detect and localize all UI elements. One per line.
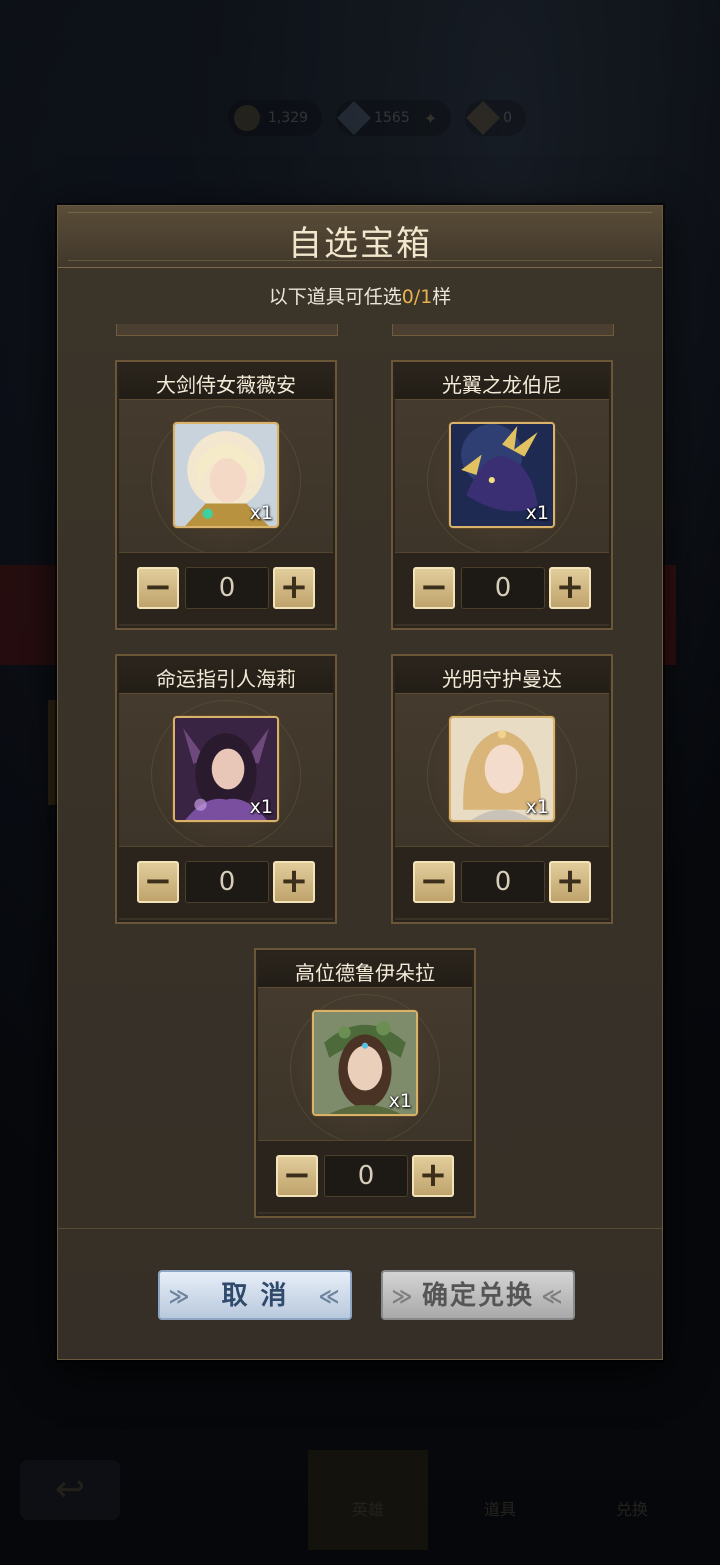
confirm-label: 确定兑换 — [421, 1281, 534, 1311]
chevron-left-icon: ≪ — [541, 1284, 565, 1308]
fox-eared-girl-portrait[interactable]: x1 — [173, 716, 279, 822]
item-quantity-badge: x1 — [388, 1090, 412, 1112]
card-stub-right — [392, 324, 614, 336]
item-list[interactable]: 大剑侍女薇薇安 x1 − 0 + 光翼之龙伯尼 x1 − 0 + 命运指引人海莉… — [58, 314, 662, 1232]
footer-divider — [58, 1228, 662, 1229]
quantity-stepper: − 0 + — [258, 1140, 472, 1212]
chevron-left-icon: ≪ — [318, 1284, 342, 1308]
golden-hair-woman-portrait[interactable]: x1 — [449, 716, 555, 822]
decrease-button[interactable]: − — [413, 567, 455, 609]
decrease-button[interactable]: − — [276, 1155, 318, 1197]
dialog-header: 自选宝箱 — [58, 206, 662, 268]
quantity-field[interactable]: 0 — [461, 861, 545, 903]
quantity-field[interactable]: 0 — [185, 861, 269, 903]
blonde-maiden-portrait[interactable]: x1 — [173, 422, 279, 528]
item-card[interactable]: 光翼之龙伯尼 x1 − 0 + — [391, 360, 613, 630]
item-quantity-badge: x1 — [525, 796, 549, 818]
quantity-stepper: − 0 + — [119, 552, 333, 624]
quantity-field[interactable]: 0 — [185, 567, 269, 609]
item-quantity-badge: x1 — [525, 502, 549, 524]
item-name: 光明守护曼达 — [442, 667, 562, 691]
card-stub-left — [116, 324, 338, 336]
choice-chest-dialog: 自选宝箱 以下道具可任选0/1样 大剑侍女薇薇安 x1 − 0 + 光翼之龙伯尼… — [57, 205, 663, 1360]
decrease-button[interactable]: − — [137, 861, 179, 903]
hint-prefix: 以下道具可任选 — [268, 286, 402, 308]
confirm-exchange-button[interactable]: ≫ 确定兑换 ≪ — [381, 1270, 575, 1320]
card-title-bar: 大剑侍女薇薇安 — [119, 364, 333, 400]
quantity-stepper: − 0 + — [119, 846, 333, 918]
item-card[interactable]: 光明守护曼达 x1 − 0 + — [391, 654, 613, 924]
dialog-title: 自选宝箱 — [288, 224, 432, 264]
decrease-button[interactable]: − — [413, 861, 455, 903]
druid-portrait[interactable]: x1 — [312, 1010, 418, 1116]
item-card[interactable]: 高位德鲁伊朵拉 x1 − 0 + — [254, 948, 476, 1218]
item-card[interactable]: 命运指引人海莉 x1 − 0 + — [115, 654, 337, 924]
card-title-bar: 光明守护曼达 — [395, 658, 609, 694]
chevron-right-icon: ≫ — [168, 1284, 192, 1308]
dragon-portrait[interactable]: x1 — [449, 422, 555, 528]
increase-button[interactable]: + — [273, 861, 315, 903]
cancel-button[interactable]: ≫ 取 消 ≪ — [158, 1270, 352, 1320]
item-quantity-badge: x1 — [249, 502, 273, 524]
item-card[interactable]: 大剑侍女薇薇安 x1 − 0 + — [115, 360, 337, 630]
chevron-right-icon: ≫ — [391, 1284, 415, 1308]
selection-count: 0/1 — [401, 286, 433, 308]
quantity-field[interactable]: 0 — [461, 567, 545, 609]
hint-suffix: 样 — [432, 286, 452, 308]
selection-hint: 以下道具可任选0/1样 — [58, 282, 662, 309]
quantity-stepper: − 0 + — [395, 846, 609, 918]
increase-button[interactable]: + — [412, 1155, 454, 1197]
increase-button[interactable]: + — [273, 567, 315, 609]
increase-button[interactable]: + — [549, 861, 591, 903]
card-title-bar: 命运指引人海莉 — [119, 658, 333, 694]
increase-button[interactable]: + — [549, 567, 591, 609]
card-title-bar: 光翼之龙伯尼 — [395, 364, 609, 400]
item-name: 光翼之龙伯尼 — [442, 373, 562, 397]
cancel-label: 取 消 — [221, 1281, 289, 1311]
item-name: 命运指引人海莉 — [156, 667, 296, 691]
quantity-stepper: − 0 + — [395, 552, 609, 624]
quantity-field[interactable]: 0 — [324, 1155, 408, 1197]
item-name: 大剑侍女薇薇安 — [156, 373, 296, 397]
item-name: 高位德鲁伊朵拉 — [295, 961, 435, 985]
card-title-bar: 高位德鲁伊朵拉 — [258, 952, 472, 988]
decrease-button[interactable]: − — [137, 567, 179, 609]
item-quantity-badge: x1 — [249, 796, 273, 818]
